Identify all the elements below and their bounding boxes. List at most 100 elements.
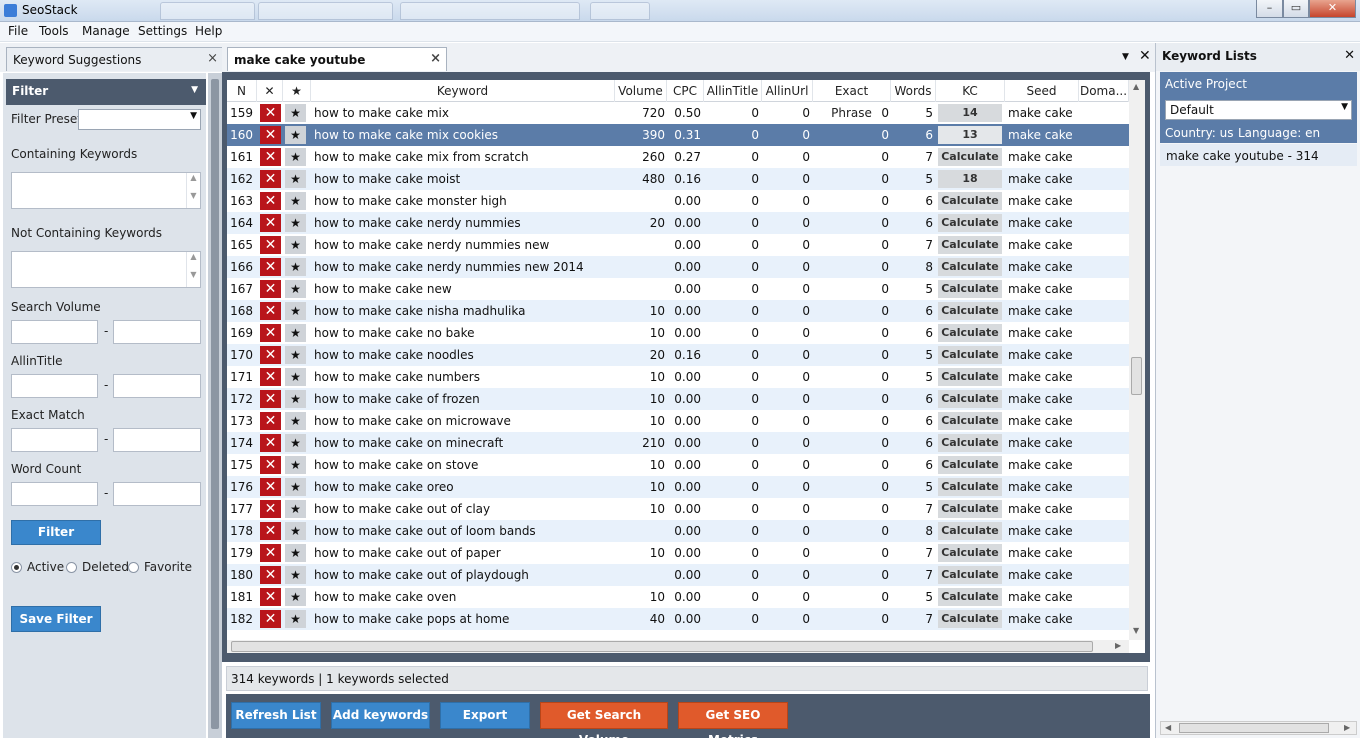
table-row[interactable]: 165 how to make cake nerdy nummies new 0.0…: [227, 234, 1129, 256]
delete-icon[interactable]: ✕: [260, 126, 281, 144]
star-icon[interactable]: ★: [285, 280, 306, 298]
exact-match-max-input[interactable]: [113, 428, 201, 452]
star-icon[interactable]: ★: [285, 610, 306, 628]
star-icon[interactable]: ★: [285, 390, 306, 408]
table-row[interactable]: 162 how to make cake moist 480 0.16 0 0 0 5 make…: [227, 168, 1129, 190]
column-header-kc[interactable]: KC: [936, 80, 1005, 102]
table-row[interactable]: 180 how to make cake out of playdough 0.00…: [227, 564, 1129, 586]
export-button[interactable]: Export: [440, 702, 530, 729]
delete-icon[interactable]: ✕: [260, 456, 281, 474]
star-icon[interactable]: ★: [285, 214, 306, 232]
table-row[interactable]: 160 how to make cake mix cookies 390 0.31 0 0…: [227, 124, 1129, 146]
table-row[interactable]: 172 how to make cake of frozen 10 0.00 0 0 0 6 m…: [227, 388, 1129, 410]
radio-active[interactable]: [11, 562, 22, 573]
scroll-up-icon[interactable]: ▲: [1133, 82, 1139, 91]
column-header-domain[interactable]: Doma...: [1079, 80, 1129, 102]
close-tab-icon[interactable]: ×: [207, 51, 218, 66]
get-search-volume-button[interactable]: Get Search Volume: [540, 702, 668, 738]
star-icon[interactable]: ★: [285, 412, 306, 430]
panel-splitter[interactable]: [208, 73, 222, 738]
calculate-kc-button[interactable]: Calculate: [938, 280, 1002, 298]
grid-horizontal-scrollbar[interactable]: ▶: [227, 640, 1129, 653]
table-row[interactable]: 170 how to make cake noodles 20 0.16 0 0 0 5 mak…: [227, 344, 1129, 366]
star-icon[interactable]: ★: [285, 324, 306, 342]
scroll-thumb[interactable]: [231, 641, 1093, 652]
calculate-kc-button[interactable]: Calculate: [938, 544, 1002, 562]
containing-keywords-input[interactable]: ▲ ▼: [11, 172, 201, 209]
word-count-max-input[interactable]: [113, 482, 201, 506]
radio-favorite[interactable]: [128, 562, 139, 573]
delete-icon[interactable]: ✕: [260, 544, 281, 562]
star-icon[interactable]: ★: [285, 434, 306, 452]
close-panel-icon[interactable]: ✕: [1344, 48, 1355, 63]
delete-icon[interactable]: ✕: [260, 412, 281, 430]
delete-icon[interactable]: ✕: [260, 346, 281, 364]
star-icon[interactable]: ★: [285, 588, 306, 606]
delete-icon[interactable]: ✕: [260, 324, 281, 342]
lists-horizontal-scrollbar[interactable]: ◀ ▶: [1160, 721, 1357, 735]
allintitle-min-input[interactable]: [11, 374, 98, 398]
calculate-kc-button[interactable]: Calculate: [938, 566, 1002, 584]
save-filter-button[interactable]: Save Filter: [11, 606, 101, 632]
filter-button[interactable]: Filter: [11, 520, 101, 545]
star-icon[interactable]: ★: [285, 500, 306, 518]
collapse-icon[interactable]: ▼: [191, 85, 198, 95]
table-row[interactable]: 173 how to make cake on microwave 10 0.00 0 0…: [227, 410, 1129, 432]
grid-vertical-scrollbar[interactable]: ▲ ▼: [1129, 80, 1145, 640]
delete-icon[interactable]: ✕: [260, 478, 281, 496]
scroll-down-icon[interactable]: ▼: [1133, 626, 1139, 635]
calculate-kc-button[interactable]: Calculate: [938, 478, 1002, 496]
active-project-select[interactable]: Default ▼: [1165, 100, 1352, 120]
word-count-min-input[interactable]: [11, 482, 98, 506]
calculate-kc-button[interactable]: Calculate: [938, 588, 1002, 606]
refresh-list-button[interactable]: Refresh List: [231, 702, 321, 729]
scroll-thumb[interactable]: [1131, 357, 1142, 395]
textarea-scrollbar[interactable]: ▲ ▼: [186, 173, 200, 208]
delete-icon[interactable]: ✕: [260, 258, 281, 276]
search-volume-max-input[interactable]: [113, 320, 201, 344]
scroll-right-icon[interactable]: ▶: [1115, 641, 1121, 650]
column-header-allintitle[interactable]: AllinTitle: [704, 80, 762, 102]
scroll-left-icon[interactable]: ◀: [1165, 723, 1171, 732]
star-icon[interactable]: ★: [285, 170, 306, 188]
allintitle-max-input[interactable]: [113, 374, 201, 398]
column-header-cpc[interactable]: CPC: [667, 80, 704, 102]
splitter-grip[interactable]: [211, 79, 219, 729]
star-icon[interactable]: ★: [285, 302, 306, 320]
search-volume-min-input[interactable]: [11, 320, 98, 344]
menu-help[interactable]: Help: [195, 24, 222, 38]
delete-icon[interactable]: ✕: [260, 104, 281, 122]
column-header-seed[interactable]: Seed: [1005, 80, 1079, 102]
minimize-button[interactable]: –: [1256, 0, 1283, 18]
star-icon[interactable]: ★: [285, 544, 306, 562]
delete-icon[interactable]: ✕: [260, 170, 281, 188]
tab-make-cake-youtube[interactable]: make cake youtube ×: [227, 47, 447, 71]
column-header-delete[interactable]: ✕: [257, 80, 283, 102]
table-row[interactable]: 163 how to make cake monster high 0.00 0 0 0 6…: [227, 190, 1129, 212]
calculate-kc-button[interactable]: Calculate: [938, 368, 1002, 386]
delete-icon[interactable]: ✕: [260, 192, 281, 210]
scroll-thumb[interactable]: [1179, 723, 1329, 733]
star-icon[interactable]: ★: [285, 368, 306, 386]
delete-icon[interactable]: ✕: [260, 610, 281, 628]
delete-icon[interactable]: ✕: [260, 500, 281, 518]
table-row[interactable]: 178 how to make cake out of loom bands 0.0…: [227, 520, 1129, 542]
exact-match-min-input[interactable]: [11, 428, 98, 452]
table-row[interactable]: 176 how to make cake oreo 10 0.00 0 0 0 5 make c…: [227, 476, 1129, 498]
calculate-kc-button[interactable]: Calculate: [938, 610, 1002, 628]
tab-list-dropdown-icon[interactable]: ▼: [1122, 52, 1129, 62]
calculate-kc-button[interactable]: Calculate: [938, 390, 1002, 408]
menu-manage[interactable]: Manage: [82, 24, 130, 38]
star-icon[interactable]: ★: [285, 236, 306, 254]
column-header-n[interactable]: N: [227, 80, 257, 102]
get-seo-metrics-button[interactable]: Get SEO Metrics: [678, 702, 788, 738]
star-icon[interactable]: ★: [285, 148, 306, 166]
filter-header[interactable]: Filter ▼: [6, 79, 206, 105]
delete-icon[interactable]: ✕: [260, 522, 281, 540]
delete-icon[interactable]: ✕: [260, 588, 281, 606]
close-tab-icon[interactable]: ×: [430, 51, 441, 66]
menu-tools[interactable]: Tools: [39, 24, 69, 38]
table-row[interactable]: 166 how to make cake nerdy nummies new 20…: [227, 256, 1129, 278]
radio-deleted[interactable]: [66, 562, 77, 573]
delete-icon[interactable]: ✕: [260, 236, 281, 254]
